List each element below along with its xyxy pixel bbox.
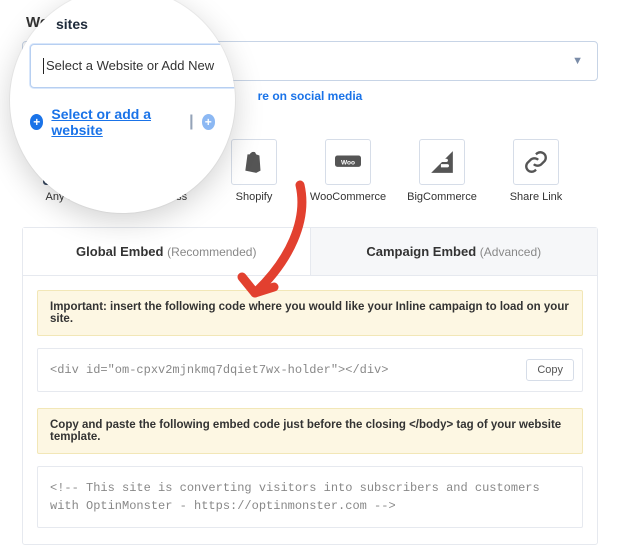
tab-label: Campaign Embed	[366, 244, 476, 259]
embed-tabs: Global Embed (Recommended) Campaign Embe…	[23, 228, 597, 276]
plus-circle-icon: +	[202, 114, 215, 130]
lens-section-title: sites	[56, 16, 215, 32]
code-block-holder: <div id="om-cpxv2mjnkmq7dqiet7wx-holder"…	[37, 348, 583, 392]
platform-label: BigCommerce	[407, 191, 477, 203]
tab-sublabel: (Advanced)	[480, 245, 541, 259]
code-text: <!-- This site is converting visitors in…	[50, 481, 540, 513]
platform-woocommerce[interactable]: Woo WooCommerce	[310, 139, 386, 203]
tab-campaign-embed[interactable]: Campaign Embed (Advanced)	[310, 228, 598, 276]
platform-share-link[interactable]: Share Link	[498, 139, 574, 203]
platform-label: Share Link	[510, 191, 563, 203]
platform-label: Shopify	[236, 191, 273, 203]
website-select-input[interactable]: Select a Website or Add New	[30, 44, 235, 88]
tab-global-embed[interactable]: Global Embed (Recommended)	[23, 228, 310, 276]
select-placeholder: Select a Website or Add New	[46, 58, 214, 73]
link-icon	[513, 139, 559, 185]
svg-text:Woo: Woo	[341, 159, 355, 166]
shopify-icon	[231, 139, 277, 185]
tab-sublabel: (Recommended)	[167, 245, 256, 259]
bigcommerce-icon	[419, 139, 465, 185]
select-or-add-website-link[interactable]: Select or add a website	[51, 106, 181, 138]
separator: |	[189, 113, 193, 131]
warning-body: Copy and paste the following embed code …	[37, 408, 583, 454]
text-cursor	[43, 58, 44, 74]
add-website-row: + Select or add a website | +	[30, 106, 215, 138]
woocommerce-icon: Woo	[325, 139, 371, 185]
embed-body: Important: insert the following code whe…	[23, 276, 597, 528]
platform-bigcommerce[interactable]: BigCommerce	[404, 139, 480, 203]
plus-circle-icon: +	[30, 114, 43, 130]
warning-inline: Important: insert the following code whe…	[37, 290, 583, 336]
platform-shopify[interactable]: Shopify	[216, 139, 292, 203]
copy-button[interactable]: Copy	[526, 359, 574, 381]
chevron-down-icon: ▼	[572, 55, 583, 67]
platform-label: WooCommerce	[310, 191, 386, 203]
embed-section: Global Embed (Recommended) Campaign Embe…	[22, 227, 598, 545]
code-text: <div id="om-cpxv2mjnkmq7dqiet7wx-holder"…	[50, 363, 388, 377]
tab-label: Global Embed	[76, 244, 163, 259]
